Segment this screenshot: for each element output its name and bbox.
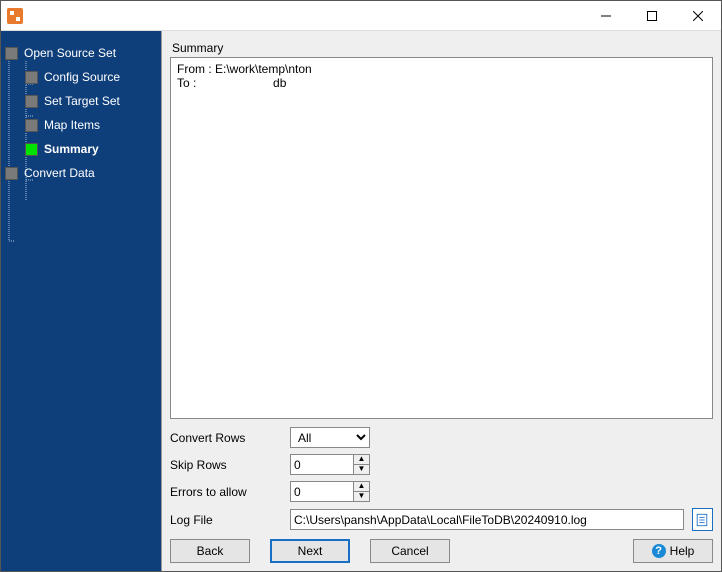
sidebar-item-summary[interactable]: Summary (3, 137, 159, 161)
step-box-icon (5, 47, 18, 60)
logfile-label: Log File (170, 513, 290, 527)
back-button[interactable]: Back (170, 539, 250, 563)
summary-label: Summary (170, 39, 713, 57)
sidebar-item-label: Set Target Set (44, 94, 120, 108)
document-icon (695, 513, 709, 527)
step-box-icon (5, 167, 18, 180)
step-box-icon (25, 71, 38, 84)
sidebar-item-config-source[interactable]: Config Source (3, 65, 159, 89)
sidebar-item-label: Config Source (44, 70, 120, 84)
wizard-sidebar: Open Source Set Config Source Set Target… (1, 31, 161, 571)
sidebar-item-set-target-set[interactable]: Set Target Set (3, 89, 159, 113)
cancel-button[interactable]: Cancel (370, 539, 450, 563)
window-controls (583, 1, 721, 30)
convert-rows-select[interactable]: All (290, 427, 370, 448)
browse-logfile-button[interactable] (692, 508, 714, 531)
skip-rows-label: Skip Rows (170, 458, 290, 472)
app-window: Open Source Set Config Source Set Target… (0, 0, 722, 572)
help-icon: ? (652, 544, 666, 558)
convert-rows-label: Convert Rows (170, 431, 290, 445)
main-panel: Summary From : E:\work\temp\nton To : db… (161, 31, 721, 571)
spin-down-icon[interactable]: ▼ (354, 492, 369, 502)
step-box-icon (25, 119, 38, 132)
sidebar-item-label: Convert Data (24, 166, 95, 180)
sidebar-item-label: Open Source Set (24, 46, 116, 60)
skip-rows-stepper[interactable]: ▲ ▼ (290, 454, 370, 475)
next-button[interactable]: Next (270, 539, 350, 563)
app-icon (7, 8, 23, 24)
errors-input[interactable] (290, 481, 353, 502)
step-box-icon (25, 143, 38, 156)
sidebar-item-convert-data[interactable]: Convert Data (3, 161, 159, 185)
sidebar-item-open-source-set[interactable]: Open Source Set (3, 41, 159, 65)
errors-stepper[interactable]: ▲ ▼ (290, 481, 370, 502)
spin-down-icon[interactable]: ▼ (354, 465, 369, 475)
help-button[interactable]: ? Help (633, 539, 713, 563)
titlebar (1, 1, 721, 31)
wizard-buttons: Back Next Cancel ? Help (170, 539, 713, 563)
close-button[interactable] (675, 1, 721, 30)
spin-up-icon[interactable]: ▲ (354, 455, 369, 465)
summary-textbox[interactable]: From : E:\work\temp\nton To : db (170, 57, 713, 419)
skip-rows-input[interactable] (290, 454, 353, 475)
step-box-icon (25, 95, 38, 108)
spin-up-icon[interactable]: ▲ (354, 482, 369, 492)
errors-label: Errors to allow (170, 485, 290, 499)
logfile-input[interactable] (290, 509, 684, 530)
maximize-button[interactable] (629, 1, 675, 30)
sidebar-item-map-items[interactable]: Map Items (3, 113, 159, 137)
minimize-button[interactable] (583, 1, 629, 30)
sidebar-item-label: Map Items (44, 118, 100, 132)
sidebar-item-label: Summary (44, 142, 99, 156)
options-form: Convert Rows All Skip Rows ▲ ▼ (170, 427, 713, 531)
